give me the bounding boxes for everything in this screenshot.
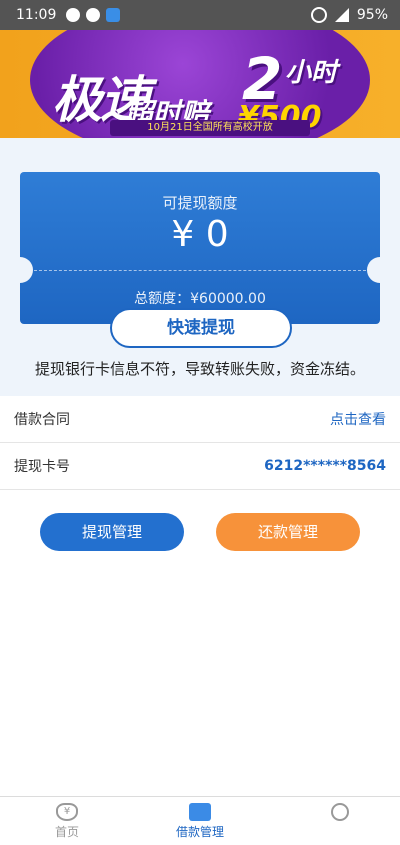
withdraw-manage-button[interactable]: 提现管理: [40, 513, 184, 551]
ticket-divider: [34, 270, 366, 271]
ticket-notch-right: [367, 257, 393, 283]
withdraw-card-label: 提现卡号: [14, 459, 70, 475]
withdraw-card-row: 提现卡号 6212******8564: [0, 443, 400, 490]
tab-profile[interactable]: [300, 803, 380, 823]
status-bar: 11:09 95%: [0, 0, 400, 30]
withdraw-card-section: 可提现额度 ¥ 0 总额度：¥60000.00 快速提现 提现银行卡信息不符，导…: [0, 138, 400, 396]
total-credit: 总额度：¥60000.00: [134, 291, 266, 307]
chat-icon: [86, 8, 101, 22]
tab-loan-management[interactable]: 借款管理: [160, 803, 240, 840]
notification-icons: [66, 8, 121, 22]
card-number: 6212******8564: [264, 458, 386, 474]
money-bag-icon: ¥: [56, 803, 78, 821]
app-notification-icon: [106, 8, 121, 22]
system-icons: 95%: [310, 7, 388, 23]
view-contract-link[interactable]: 点击查看: [330, 409, 386, 429]
loan-contract-row[interactable]: 借款合同 点击查看: [0, 396, 400, 443]
wallet-icon: [189, 803, 211, 821]
signal-icon: [334, 8, 349, 22]
loan-contract-label: 借款合同: [14, 412, 70, 428]
tab-home[interactable]: ¥ 首页: [27, 803, 107, 840]
status-time: 11:09: [16, 7, 57, 23]
freeze-warning-text: 提现银行卡信息不符，导致转账失败，资金冻结。: [34, 360, 365, 378]
banner-unit: 小时: [285, 58, 338, 88]
quick-withdraw-button[interactable]: 快速提现: [110, 308, 292, 348]
tab-loan-label: 借款管理: [175, 825, 224, 839]
ticket-notch-left: [7, 257, 33, 283]
alarm-icon: [310, 7, 327, 23]
promo-banner[interactable]: 极速 超时赔 2 小时 ¥500 10月21日全国所有高校开放: [0, 30, 400, 138]
repay-manage-button[interactable]: 还款管理: [216, 513, 360, 551]
withdrawable-label: 可提现额度: [162, 194, 238, 212]
tab-home-label: 首页: [54, 825, 79, 839]
battery-level: 95%: [356, 7, 388, 23]
message-icon: [66, 8, 81, 22]
bottom-tab-bar: ¥ 首页 借款管理: [0, 796, 400, 845]
profile-icon: [331, 803, 349, 821]
withdrawable-amount: ¥ 0: [171, 214, 229, 255]
withdraw-ticket-card: 可提现额度 ¥ 0 总额度：¥60000.00: [7, 172, 393, 324]
banner-subtitle: 10月21日全国所有高校开放: [110, 120, 310, 136]
